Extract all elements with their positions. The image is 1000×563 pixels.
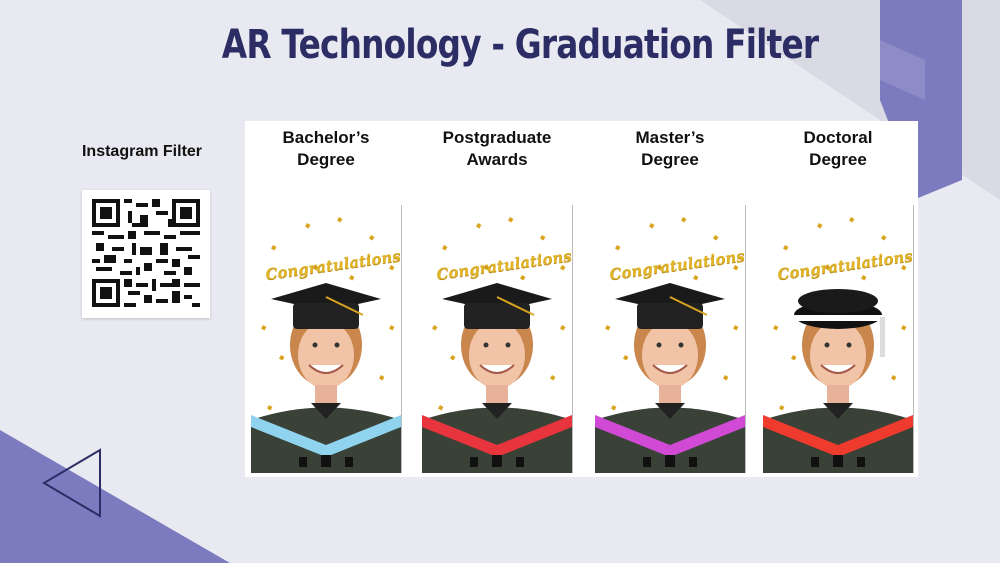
filter-preview-image: Congratulations! <box>595 205 745 473</box>
filter-label: Postgraduate Awards <box>442 128 552 169</box>
page-title: AR Technology - Graduation Filter <box>221 22 819 68</box>
column-divider <box>913 205 914 473</box>
filter-column-3: Master’s Degree Congratulations! <box>595 121 746 477</box>
filters-panel: Bachelor’s Degree Congratulations! Postgra… <box>245 121 918 477</box>
qr-code-card[interactable] <box>82 190 210 318</box>
filter-label: Bachelor’s Degree <box>282 128 370 169</box>
filter-preview-image: Congratulations! <box>251 205 401 473</box>
filter-label: Master’s Degree <box>635 128 705 169</box>
filter-preview-image: Congratulations! <box>422 205 572 473</box>
graduate-portrait <box>422 217 572 473</box>
column-divider <box>401 205 402 473</box>
column-divider <box>745 205 746 473</box>
instagram-filter-label: Instagram Filter <box>81 143 203 160</box>
filter-preview-image: Congratulations! <box>763 205 913 473</box>
triangle-left-icon[interactable] <box>40 446 104 520</box>
filter-label: Doctoral Degree <box>803 128 873 169</box>
graduate-portrait <box>595 217 745 473</box>
filter-column-4: Doctoral Degree Congratulations! <box>763 121 914 477</box>
graduate-portrait <box>763 217 913 473</box>
graduate-portrait <box>251 217 401 473</box>
filter-column-1: Bachelor’s Degree Congratulations! <box>251 121 402 477</box>
column-divider <box>572 205 573 473</box>
qr-code-icon <box>92 199 200 307</box>
filter-column-2: Postgraduate Awards Congratulations! <box>422 121 573 477</box>
